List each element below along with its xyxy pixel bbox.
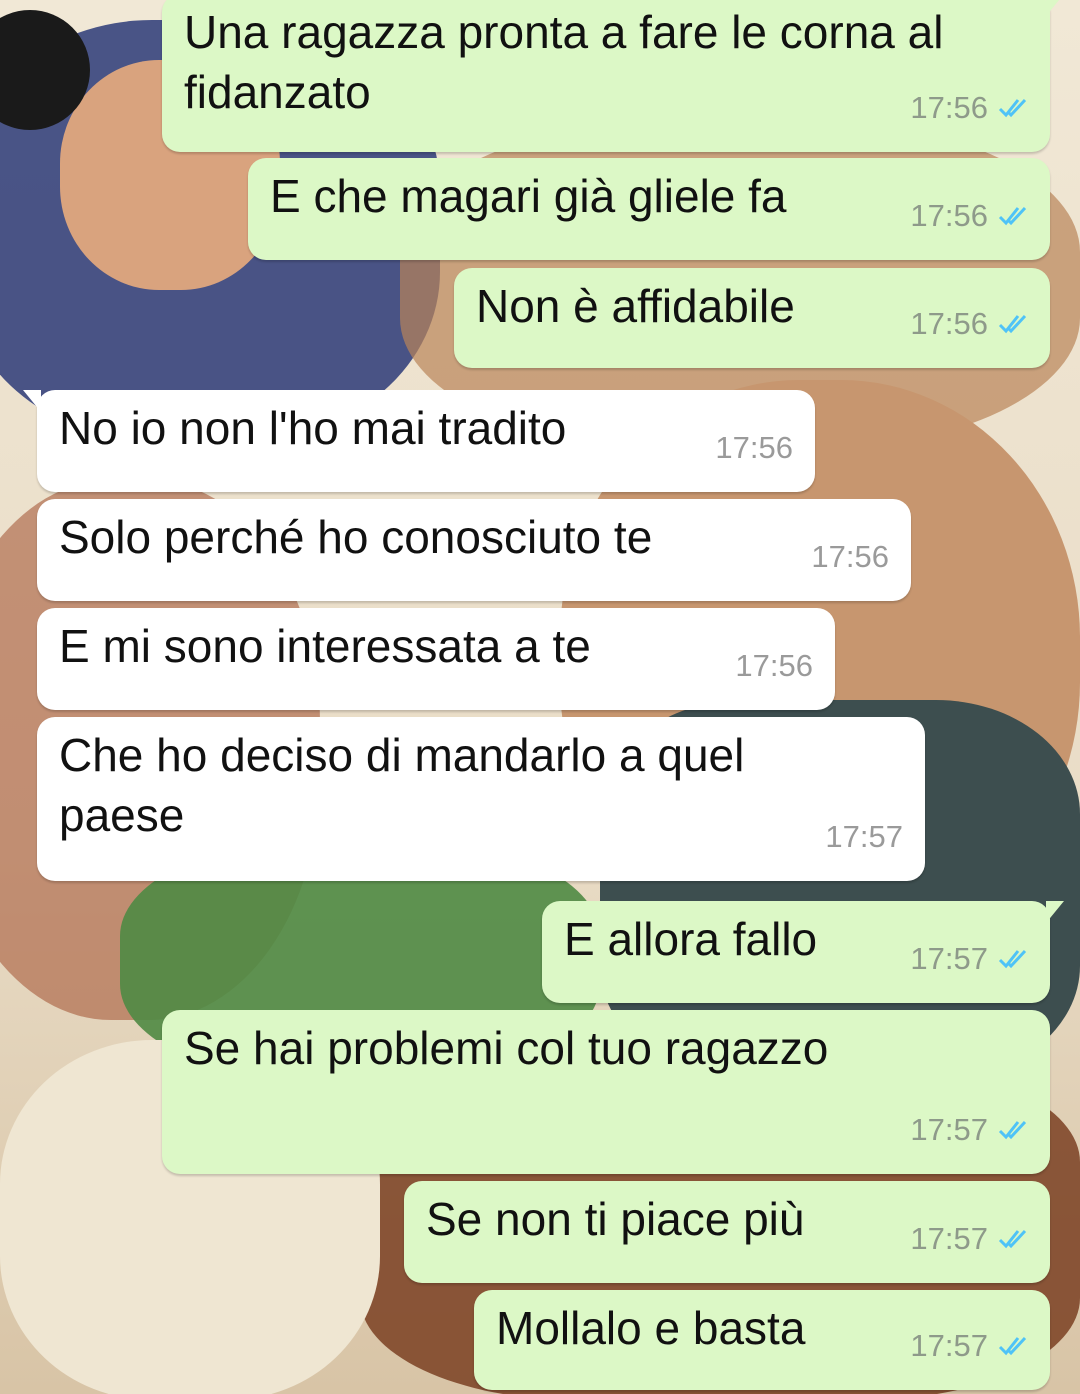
message-meta: 17:56: [910, 78, 1028, 138]
message-time: 17:56: [811, 539, 889, 574]
read-double-check-icon: [998, 206, 1027, 226]
message-time: 17:56: [715, 430, 793, 465]
message-time: 17:56: [735, 648, 813, 683]
message-text: E mi sono interessata a te: [59, 620, 591, 672]
outgoing-message[interactable]: E che magari già gliele fa 17:56: [248, 158, 1050, 260]
message-list[interactable]: Una ragazza pronta a fare le corna al fi…: [0, 0, 1080, 1394]
message-time: 17:57: [825, 819, 903, 854]
outgoing-message[interactable]: Se non ti piace più 17:57: [404, 1181, 1050, 1283]
read-double-check-icon: [998, 1120, 1027, 1140]
message-meta: 17:56: [910, 294, 1028, 354]
message-meta: 17:57: [910, 1100, 1028, 1160]
message-meta: 17:56: [811, 527, 889, 587]
message-meta: 17:56: [910, 186, 1028, 246]
read-double-check-icon: [998, 314, 1027, 334]
message-meta: 17:56: [715, 418, 793, 478]
message-text: Solo perché ho conosciuto te: [59, 511, 653, 563]
incoming-message[interactable]: No io non l'ho mai tradito 17:56: [23, 390, 815, 492]
incoming-message[interactable]: Solo perché ho conosciuto te 17:56: [37, 499, 911, 601]
outgoing-message[interactable]: Non è affidabile 17:56: [454, 268, 1050, 368]
message-time: 17:57: [910, 1221, 988, 1256]
message-meta: 17:57: [910, 929, 1028, 989]
message-meta: 17:57: [825, 807, 903, 867]
read-double-check-icon: [998, 1229, 1027, 1249]
message-time: 17:57: [910, 1328, 988, 1363]
outgoing-message[interactable]: Se hai problemi col tuo ragazzo 17:57: [162, 1010, 1050, 1174]
message-time: 17:57: [910, 941, 988, 976]
message-text: Che ho deciso di mandarlo a quel paese: [59, 729, 745, 841]
read-double-check-icon: [998, 949, 1027, 969]
outgoing-message[interactable]: Mollalo e basta 17:57: [474, 1290, 1050, 1390]
read-double-check-icon: [998, 1336, 1027, 1356]
message-text: No io non l'ho mai tradito: [59, 402, 567, 454]
message-text: Una ragazza pronta a fare le corna al fi…: [184, 6, 944, 118]
message-meta: 17:57: [910, 1316, 1028, 1376]
message-time: 17:56: [910, 198, 988, 233]
read-double-check-icon: [998, 98, 1027, 118]
outgoing-message[interactable]: Una ragazza pronta a fare le corna al fi…: [162, 0, 1064, 152]
message-time: 17:57: [910, 1112, 988, 1147]
message-time: 17:56: [910, 90, 988, 125]
message-time: 17:56: [910, 306, 988, 341]
message-meta: 17:56: [735, 636, 813, 696]
incoming-message[interactable]: Che ho deciso di mandarlo a quel paese 1…: [37, 717, 925, 881]
incoming-message[interactable]: E mi sono interessata a te 17:56: [37, 608, 835, 710]
outgoing-message[interactable]: E allora fallo 17:57: [542, 901, 1064, 1003]
message-meta: 17:57: [910, 1209, 1028, 1269]
message-text: Se hai problemi col tuo ragazzo: [184, 1022, 829, 1074]
